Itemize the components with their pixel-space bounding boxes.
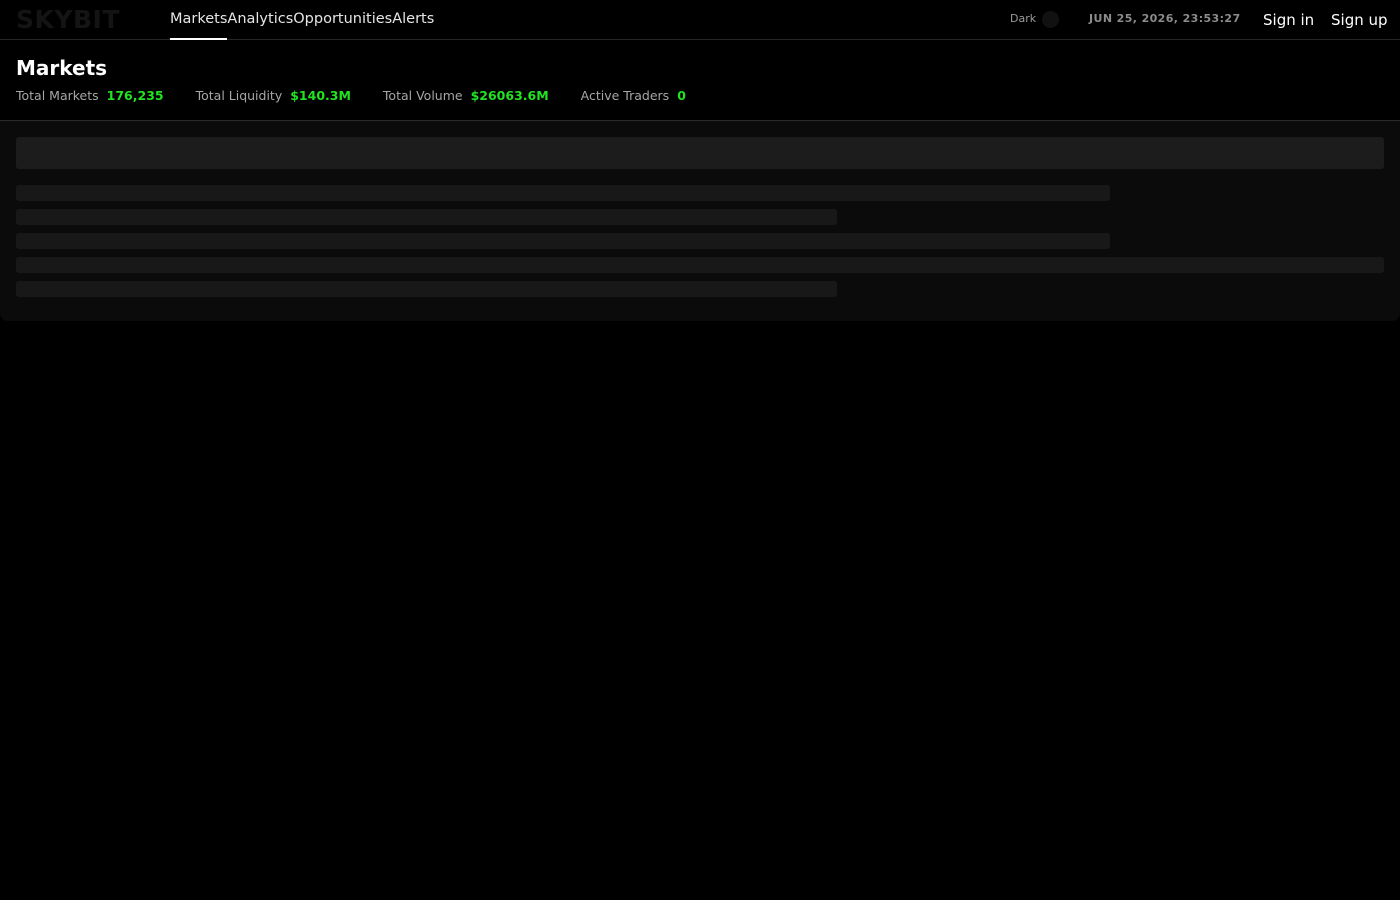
brand-logo[interactable]: SKYBIT (16, 6, 120, 34)
nav-item-markets[interactable]: Markets (170, 0, 228, 40)
nav-item-analytics[interactable]: Analytics (227, 0, 293, 40)
stats-row: Total Markets 176,235 Total Liquidity $1… (16, 88, 718, 104)
nav-item-opportunities[interactable]: Opportunities (293, 0, 392, 40)
stat-value: 0 (677, 88, 686, 103)
top-bar: SKYBIT Markets Analytics Opportunities A… (0, 0, 1400, 40)
nav-item-alerts[interactable]: Alerts (392, 0, 434, 40)
skeleton-row (16, 257, 1384, 273)
stat-value: $140.3M (290, 88, 351, 103)
page-header: Markets Total Markets 176,235 Total Liqu… (0, 40, 1400, 121)
page-title: Markets (16, 56, 108, 80)
stat-total-liquidity: Total Liquidity $140.3M (196, 88, 351, 104)
skeleton-row (16, 185, 1110, 201)
skeleton-search-bar (16, 137, 1384, 169)
sign-up-link[interactable]: Sign up (1331, 10, 1388, 30)
skeleton-row (16, 281, 837, 297)
stat-total-volume: Total Volume $26063.6M (383, 88, 549, 104)
stat-label: Active Traders (580, 88, 670, 103)
stat-value: 176,235 (106, 88, 164, 103)
stat-label: Total Volume (382, 88, 463, 103)
clock-datetime: JUN 25, 2026, 23:53:27 (1089, 12, 1241, 25)
skeleton-row (16, 209, 837, 225)
stat-label: Total Markets (16, 88, 99, 103)
stat-value: $26063.6M (470, 88, 549, 103)
markets-loading-panel (0, 121, 1400, 321)
main-nav: Markets Analytics Opportunities Alerts (170, 0, 434, 40)
sign-in-link[interactable]: Sign in (1263, 10, 1314, 30)
skeleton-row (16, 233, 1110, 249)
dark-mode-toggle-icon[interactable] (1042, 11, 1059, 28)
stat-total-markets: Total Markets 176,235 (16, 88, 164, 104)
stat-label: Total Liquidity (195, 88, 283, 103)
stat-active-traders: Active Traders 0 (581, 88, 686, 104)
theme-label: Dark (1010, 12, 1037, 25)
